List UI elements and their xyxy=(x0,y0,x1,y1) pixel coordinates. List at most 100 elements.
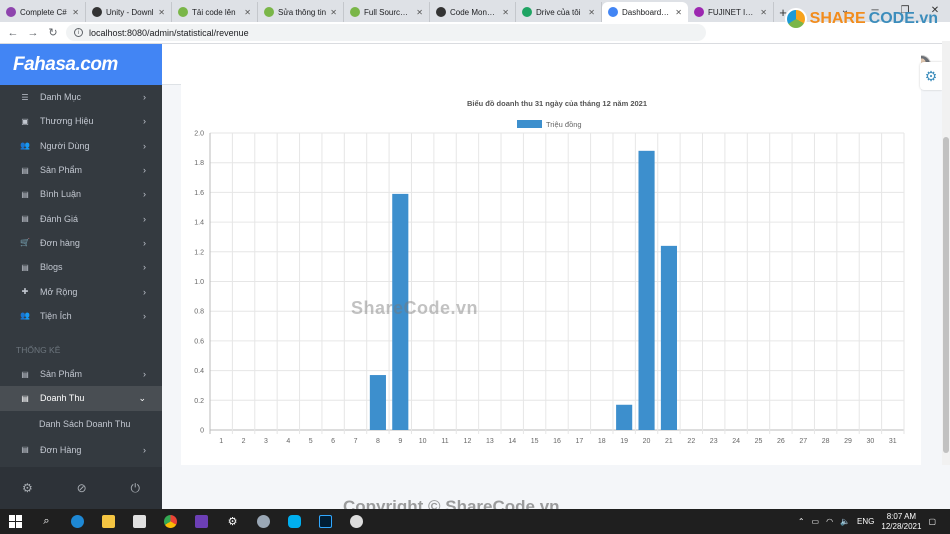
browser-tab[interactable]: Complete C# ✕ xyxy=(0,2,86,22)
store-icon[interactable] xyxy=(124,509,155,534)
x-tick-label: 8 xyxy=(376,438,380,445)
forward-nav-icon[interactable]: → xyxy=(26,26,40,40)
clock-date: 12/28/2021 xyxy=(881,521,922,531)
tab-favicon-icon xyxy=(522,7,532,17)
review-icon: ▤ xyxy=(21,214,29,224)
reload-icon[interactable]: ↻ xyxy=(46,26,60,40)
revenue-chart: Biểu đồ doanh thu 31 ngày của tháng 12 n… xyxy=(194,99,905,445)
sidebar-item-label: Đánh Giá xyxy=(40,213,79,224)
tab-label: Complete C# xyxy=(20,7,67,17)
config-gear-icon[interactable]: ⚙ xyxy=(920,62,942,90)
sidebar-item[interactable]: ▤ Blogs › xyxy=(0,255,162,279)
sidebar-item[interactable]: ▤ Doanh Thu ⌄ xyxy=(0,386,162,411)
sidebar-item[interactable]: ▤ Sản Phẩm › xyxy=(0,158,162,182)
browser-tab[interactable]: Dashboard Ed ✕ xyxy=(602,2,688,22)
site-info-icon[interactable]: i xyxy=(74,28,83,37)
battery-icon[interactable]: ▭ xyxy=(812,517,820,526)
browser-tab[interactable]: Unity - Downl ✕ xyxy=(86,2,172,22)
y-tick-label: 1.0 xyxy=(194,279,204,286)
sidebar-item[interactable]: ▣ Thương Hiệu › xyxy=(0,109,162,133)
taskbar-clock[interactable]: 8:07 AM 12/28/2021 xyxy=(881,512,921,532)
tab-favicon-icon xyxy=(350,7,360,17)
sidebar-item-label: Bình Luận xyxy=(40,189,82,200)
edge-icon[interactable] xyxy=(62,509,93,534)
sidebar: Fahasa.com ☰ Danh Mục › ▣ Thương Hiệu › 👥 Người… xyxy=(0,44,162,509)
file-explorer-icon[interactable] xyxy=(93,509,124,534)
tab-close-icon[interactable]: ✕ xyxy=(416,8,423,17)
notification-icon[interactable]: ▢ xyxy=(928,517,936,526)
tab-label: FUJINET IT RE xyxy=(708,7,756,17)
x-tick-label: 10 xyxy=(419,438,427,445)
browser-tab[interactable]: Drive của tôi ✕ xyxy=(516,2,602,22)
visual-studio-icon[interactable] xyxy=(186,509,217,534)
back-nav-icon[interactable]: ← xyxy=(6,26,20,40)
windows-start-icon[interactable] xyxy=(0,509,31,534)
browser-tab[interactable]: Sửa thông tin ✕ xyxy=(258,2,344,22)
sidebar-footer: ⚙ ⊘ ⏻ xyxy=(0,467,162,509)
photoshop-icon[interactable] xyxy=(310,509,341,534)
url-field[interactable]: i localhost:8080/admin/statistical/reven… xyxy=(66,24,706,41)
tab-favicon-icon xyxy=(694,7,704,17)
tab-label: Tải code lên xyxy=(192,7,236,17)
volume-icon[interactable]: 🔈 xyxy=(840,517,850,526)
browser-tab[interactable]: Full Source Co ✕ xyxy=(344,2,430,22)
browser-tab[interactable]: Code Monkey ✕ xyxy=(430,2,516,22)
x-tick-label: 9 xyxy=(398,438,402,445)
language-indicator[interactable]: ENG xyxy=(857,517,874,526)
scrollbar-thumb[interactable] xyxy=(943,137,949,453)
settings-gear-icon[interactable]: ⚙ xyxy=(22,481,33,495)
x-tick-label: 4 xyxy=(286,438,290,445)
tab-close-icon[interactable]: ✕ xyxy=(502,8,509,17)
chevron-right-icon: › xyxy=(143,237,146,248)
tab-close-icon[interactable]: ✕ xyxy=(675,8,682,17)
x-tick-label: 28 xyxy=(822,438,830,445)
sidebar-item-label: Thương Hiệu xyxy=(40,116,94,127)
wifi-icon[interactable]: ◠ xyxy=(826,517,833,526)
hide-eye-icon[interactable]: ⊘ xyxy=(77,481,87,495)
chrome-icon[interactable] xyxy=(155,509,186,534)
browser-tab[interactable]: FUJINET IT RE ✕ xyxy=(688,2,774,22)
power-icon[interactable]: ⏻ xyxy=(131,481,141,496)
sidebar-item[interactable]: 👥 Người Dùng › xyxy=(0,134,162,158)
tab-close-icon[interactable]: ✕ xyxy=(158,8,165,17)
sidebar-item[interactable]: ▤ Đánh Giá › xyxy=(0,206,162,230)
page-scrollbar[interactable] xyxy=(942,41,950,465)
sidebar-item-label: Danh Mục xyxy=(40,92,82,103)
unity-icon[interactable] xyxy=(341,509,372,534)
sidebar-item-label: Sản Phẩm xyxy=(40,165,83,176)
ssms-icon[interactable] xyxy=(248,509,279,534)
x-tick-label: 31 xyxy=(889,438,897,445)
windows-taskbar: ⌕ ⚙ ⌃ ▭ ◠ 🔈 ENG 8:07 AM 12/28/2021 ▢ xyxy=(0,509,950,534)
skype-icon[interactable] xyxy=(279,509,310,534)
sidebar-item[interactable]: 👥 Tiện Ích › xyxy=(0,304,162,328)
x-tick-label: 23 xyxy=(710,438,718,445)
tab-close-icon[interactable]: ✕ xyxy=(330,8,337,17)
sidebar-item[interactable]: ☰ Danh Mục › xyxy=(0,85,162,109)
sidebar-item[interactable]: ▤ Sản Phẩm › xyxy=(0,362,162,386)
product-stat-icon: ▤ xyxy=(21,369,29,379)
bar xyxy=(638,150,655,430)
sidebar-item[interactable]: 🛒 Đơn hàng › xyxy=(0,231,162,255)
tab-close-icon[interactable]: ✕ xyxy=(760,8,767,17)
tab-close-icon[interactable]: ✕ xyxy=(72,8,79,17)
chevron-right-icon: › xyxy=(143,444,146,455)
y-tick-label: 2.0 xyxy=(194,131,204,138)
sidebar-item[interactable]: ▤ Bình Luận › xyxy=(0,182,162,206)
clock-time: 8:07 AM xyxy=(886,511,917,521)
product-icon: ▤ xyxy=(21,165,29,175)
tray-chevron-icon[interactable]: ⌃ xyxy=(798,517,805,526)
tab-close-icon[interactable]: ✕ xyxy=(588,8,595,17)
chevron-right-icon: › xyxy=(143,140,146,151)
revenue-list-link[interactable]: Danh Sách Doanh Thu xyxy=(0,411,162,438)
y-tick-label: 1.2 xyxy=(194,249,204,256)
sidebar-item[interactable]: ▤ Đơn Hàng › xyxy=(0,438,162,462)
browser-tab[interactable]: Tải code lên ✕ xyxy=(172,2,258,22)
sidebar-item[interactable]: ✚ Mở Rộng › xyxy=(0,279,162,303)
revenue-icon: ▤ xyxy=(21,393,29,403)
tab-close-icon[interactable]: ✕ xyxy=(244,8,251,17)
y-tick-label: 0.4 xyxy=(194,368,204,375)
search-icon[interactable]: ⌕ xyxy=(31,509,62,534)
settings-app-icon[interactable]: ⚙ xyxy=(217,509,248,534)
brand-logo[interactable]: Fahasa.com xyxy=(0,44,162,85)
tab-favicon-icon xyxy=(264,7,274,17)
